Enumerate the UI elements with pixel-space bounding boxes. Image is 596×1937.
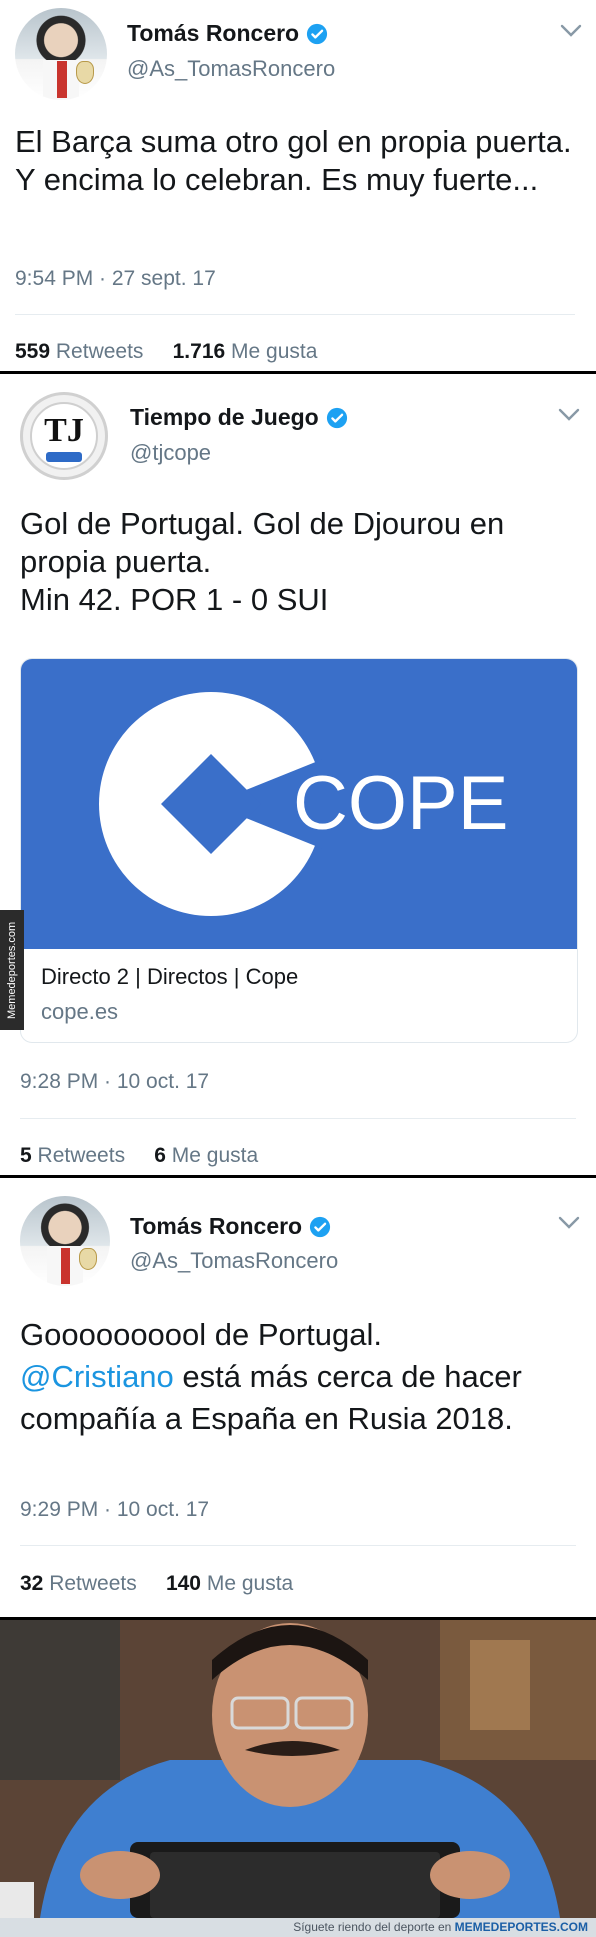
retweets-stat[interactable]: 32 Retweets	[20, 1572, 137, 1595]
avatar[interactable]	[15, 8, 107, 100]
tweet-1: Tomás Roncero @As_TomasRoncero El Barça …	[0, 0, 596, 371]
verified-icon	[326, 407, 347, 428]
reaction-photo	[0, 1620, 596, 1918]
card-image: COPE	[21, 659, 577, 949]
verified-icon	[310, 1216, 331, 1237]
author-name[interactable]: Tomás Roncero	[127, 20, 328, 47]
cope-logo-icon: COPE	[99, 692, 508, 916]
divider	[20, 1545, 576, 1546]
chevron-down-icon[interactable]	[558, 408, 580, 422]
tweet-text: Goooooooool de Portugal. @Cristiano está…	[20, 1317, 522, 1436]
likes-stat[interactable]: 6 Me gusta	[154, 1144, 258, 1167]
chevron-down-icon[interactable]	[558, 1216, 580, 1230]
tweet-timestamp[interactable]: 9:29 PM · 10 oct. 17	[20, 1498, 209, 1522]
footer-watermark: Síguete riendo del deporte en MEMEDEPORT…	[0, 1918, 596, 1937]
tweet-stats: 559 Retweets 1.716 Me gusta	[15, 340, 317, 364]
avatar-band	[46, 452, 82, 462]
author-name[interactable]: Tiempo de Juego	[130, 404, 348, 431]
mention-link[interactable]: @Cristiano	[20, 1359, 174, 1394]
tweet-stats: 32 Retweets 140 Me gusta	[20, 1572, 293, 1596]
card-title: Directo 2 | Directos | Cope	[41, 964, 299, 989]
divider	[15, 314, 575, 315]
avatar-logo-text: TJ	[44, 412, 84, 449]
verified-icon	[307, 23, 328, 44]
divider	[20, 1118, 576, 1119]
likes-stat[interactable]: 1.716 Me gusta	[173, 340, 318, 363]
card-domain: cope.es	[41, 999, 119, 1024]
section-divider	[0, 1175, 596, 1178]
avatar[interactable]	[20, 1196, 110, 1286]
link-card[interactable]: COPE Directo 2 | Directos | Cope cope.es	[20, 658, 578, 1043]
tweet-text: El Barça suma otro gol en propia puerta.…	[15, 124, 572, 197]
tweet-stats: 5 Retweets 6 Me gusta	[20, 1144, 258, 1168]
likes-stat[interactable]: 140 Me gusta	[166, 1572, 293, 1595]
retweets-stat[interactable]: 559 Retweets	[15, 340, 143, 363]
side-watermark: Memedeportes.com	[0, 910, 24, 1030]
retweets-stat[interactable]: 5 Retweets	[20, 1144, 125, 1167]
tweet-timestamp[interactable]: 9:28 PM · 10 oct. 17	[20, 1070, 209, 1094]
author-name[interactable]: Tomás Roncero	[130, 1213, 331, 1240]
tweet-text: Gol de Portugal. Gol de Djourou en propi…	[20, 506, 505, 617]
tweet-timestamp[interactable]: 9:54 PM · 27 sept. 17	[15, 267, 216, 291]
cope-logo-text: COPE	[293, 761, 508, 846]
author-handle[interactable]: @As_TomasRoncero	[130, 1248, 338, 1274]
footer-brand[interactable]: MEMEDEPORTES.COM	[455, 1920, 588, 1934]
chevron-down-icon[interactable]	[560, 24, 582, 38]
author-handle[interactable]: @As_TomasRoncero	[127, 56, 335, 82]
avatar[interactable]: TJ	[20, 392, 108, 480]
author-handle[interactable]: @tjcope	[130, 440, 211, 466]
